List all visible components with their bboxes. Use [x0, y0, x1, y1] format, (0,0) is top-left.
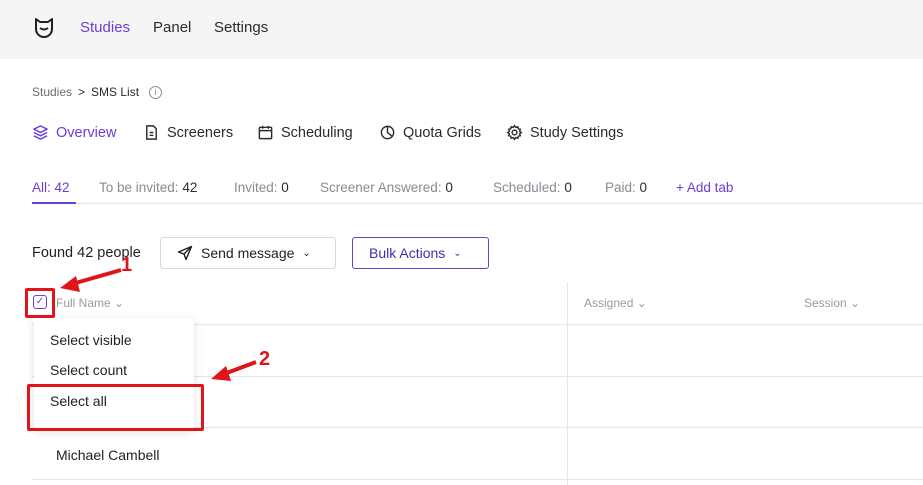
active-filter-underline	[32, 202, 76, 204]
chevron-down-icon: ⌄	[850, 296, 861, 310]
stack-icon	[33, 125, 48, 140]
menu-item-select-count[interactable]: Select count	[50, 362, 127, 378]
breadcrumb-studies[interactable]: Studies	[32, 85, 72, 99]
menu-item-select-visible[interactable]: Select visible	[50, 332, 132, 348]
column-header-assigned[interactable]: Assigned ⌄	[584, 296, 647, 310]
filter-to-be-invited[interactable]: To be invited: 42	[99, 180, 197, 195]
filter-divider	[32, 203, 923, 204]
arrow-icon	[60, 268, 122, 292]
annotation-box-2	[27, 384, 204, 431]
document-icon	[146, 125, 157, 140]
filter-paid-count: 0	[639, 180, 648, 195]
filter-invited[interactable]: Invited: 0	[234, 180, 289, 195]
breadcrumb-separator: >	[78, 85, 86, 99]
tab-overview[interactable]: Overview	[32, 124, 116, 141]
filter-screener-answered-label: Screener Answered:	[320, 180, 442, 195]
filter-all-label: All:	[32, 180, 51, 195]
pie-chart-icon	[380, 125, 395, 140]
filter-invited-count: 0	[281, 180, 289, 195]
breadcrumb-current: SMS List	[91, 85, 140, 99]
column-header-full-name-label: Full Name	[56, 296, 111, 310]
send-message-button[interactable]: Send message ⌄	[160, 237, 336, 269]
nav-studies[interactable]: Studies	[80, 19, 130, 36]
calendar-icon	[258, 125, 273, 140]
chevron-down-icon: ⌄	[453, 247, 462, 259]
send-icon	[177, 245, 193, 261]
tab-quota-grids-label: Quota Grids	[403, 124, 482, 141]
nav-panel[interactable]: Panel	[153, 19, 191, 36]
gear-icon	[506, 124, 523, 141]
bulk-actions-button[interactable]: Bulk Actions ⌄	[352, 237, 489, 269]
tab-scheduling[interactable]: Scheduling	[257, 124, 353, 141]
chevron-down-icon: ⌄	[636, 296, 647, 310]
bulk-actions-label: Bulk Actions	[369, 245, 446, 261]
column-divider	[567, 282, 568, 485]
tab-quota-grids[interactable]: Quota Grids	[379, 124, 481, 141]
filter-paid[interactable]: Paid: 0	[605, 180, 647, 195]
tab-scheduling-label: Scheduling	[281, 124, 353, 141]
column-header-session[interactable]: Session ⌄	[804, 296, 860, 310]
filter-to-be-invited-count: 42	[182, 180, 198, 195]
chevron-down-icon: ⌄	[114, 296, 125, 310]
column-header-full-name[interactable]: Full Name ⌄	[56, 296, 124, 310]
tab-screeners[interactable]: Screeners	[143, 124, 233, 141]
tab-study-settings-label: Study Settings	[530, 124, 624, 141]
chevron-down-icon: ⌄	[302, 247, 311, 259]
annotation-number-1: 1	[121, 254, 133, 276]
filter-all-count: 42	[54, 180, 70, 195]
nav-settings[interactable]: Settings	[214, 19, 268, 36]
breadcrumb: Studies > SMS List i	[32, 85, 163, 99]
filter-scheduled-label: Scheduled:	[493, 180, 561, 195]
top-navigation-bar: Studies Panel Settings	[0, 0, 923, 59]
info-icon[interactable]: i	[149, 85, 163, 99]
filter-paid-label: Paid:	[605, 180, 636, 195]
filter-all[interactable]: All: 42	[32, 180, 70, 195]
app-logo-icon[interactable]	[32, 16, 56, 40]
add-tab-button[interactable]: + Add tab	[676, 180, 733, 195]
table-row-name[interactable]: Michael Cambell	[56, 447, 159, 463]
column-header-assigned-label: Assigned	[584, 296, 634, 310]
column-header-session-label: Session	[804, 296, 847, 310]
filter-scheduled[interactable]: Scheduled: 0	[493, 180, 572, 195]
filter-scheduled-count: 0	[564, 180, 572, 195]
filter-to-be-invited-label: To be invited:	[99, 180, 179, 195]
filter-screener-answered-count: 0	[445, 180, 453, 195]
tab-screeners-label: Screeners	[167, 124, 234, 141]
filter-screener-answered[interactable]: Screener Answered: 0	[320, 180, 453, 195]
annotation-box-1	[25, 288, 55, 318]
arrow-icon	[211, 360, 257, 381]
annotation-number-2: 2	[259, 348, 271, 370]
row-divider	[32, 479, 923, 480]
tab-study-settings[interactable]: Study Settings	[506, 124, 624, 141]
filter-invited-label: Invited:	[234, 180, 278, 195]
send-message-label: Send message	[201, 245, 295, 261]
tab-overview-label: Overview	[56, 124, 117, 141]
